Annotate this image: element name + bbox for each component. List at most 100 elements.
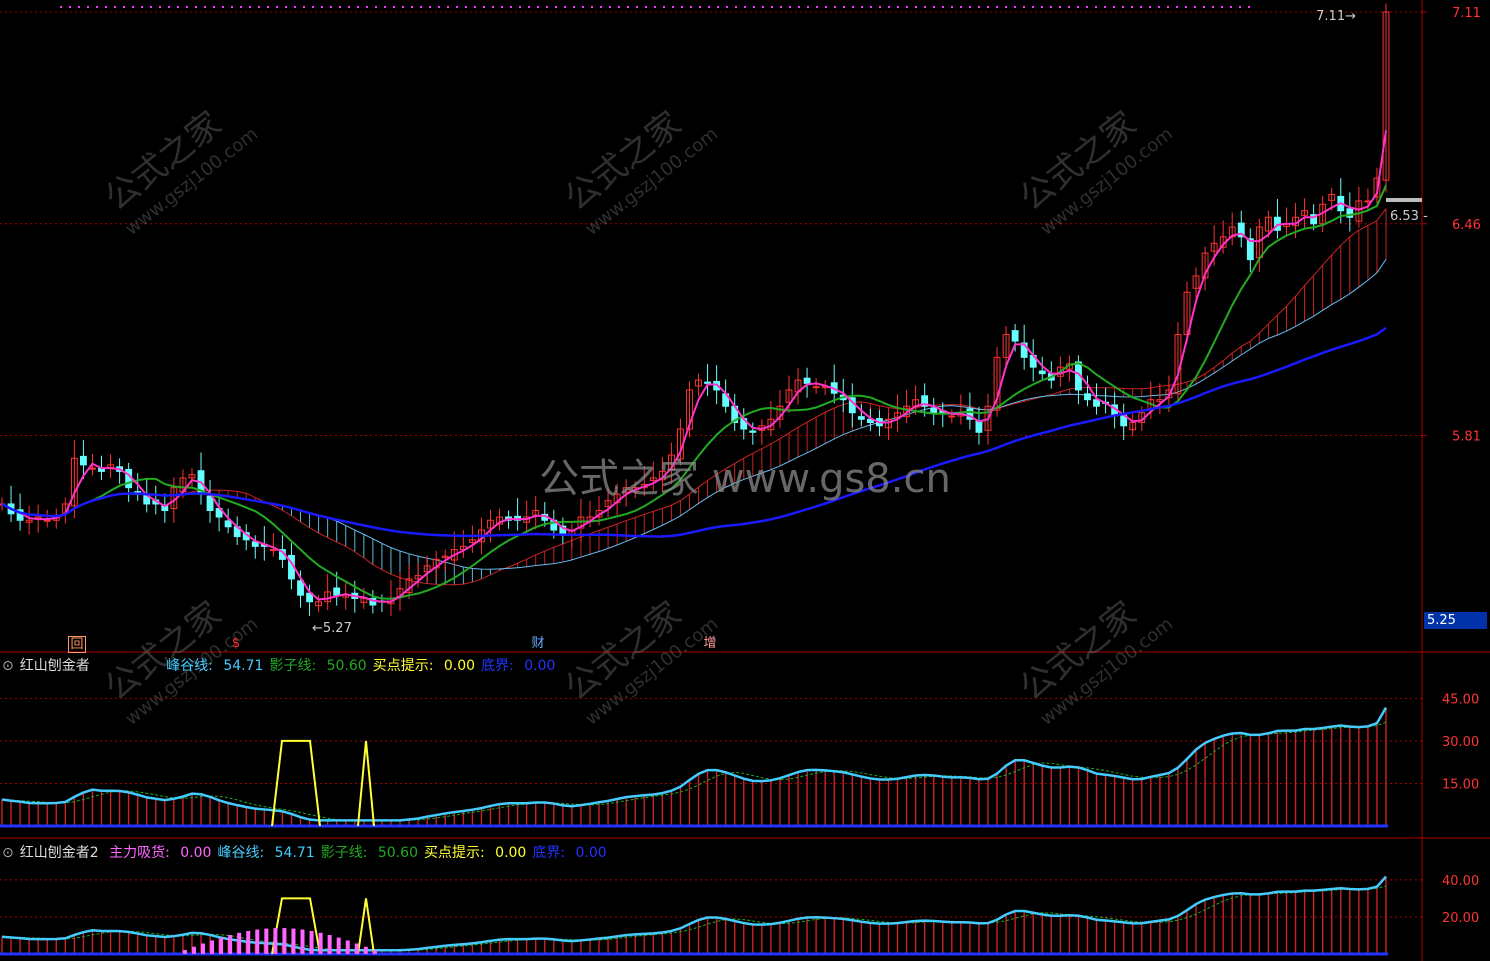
main-force-bar (309, 930, 314, 954)
top-dot (357, 6, 359, 8)
top-dot (267, 6, 269, 8)
top-dot (942, 6, 944, 8)
panel2-title: 红山刨金者2 (19, 845, 99, 861)
main-force-bar (264, 928, 269, 954)
top-dot (150, 6, 152, 8)
top-dot (1041, 6, 1043, 8)
top-dot (834, 6, 836, 8)
main-force-bar (273, 928, 278, 954)
top-dot (843, 6, 845, 8)
p1-legend-value: 54.71 (223, 658, 264, 674)
top-dot (1239, 6, 1241, 8)
watermark-tile: 公式之家www.gszj100.com (557, 104, 722, 240)
event-tag-cai[interactable]: 财 (530, 636, 546, 651)
top-dot (1176, 6, 1178, 8)
buy-hint-line (357, 898, 375, 955)
top-dot (825, 6, 827, 8)
top-dot (510, 6, 512, 8)
top-dot (1077, 6, 1079, 8)
candle-body (89, 467, 96, 470)
top-dot (1221, 6, 1223, 8)
p2-legend-item: 峰谷线: (217, 845, 269, 861)
candle-body (333, 587, 341, 596)
watermark-tile: 公式之家www.gszj100.com (1012, 594, 1177, 730)
top-dot (1068, 6, 1070, 8)
top-dot (987, 6, 989, 8)
top-dot (276, 6, 278, 8)
top-dot (681, 6, 683, 8)
top-dot (933, 6, 935, 8)
top-dot (168, 6, 170, 8)
main-force-bar (372, 950, 377, 954)
panel1-title: 红山刨金者 (19, 658, 90, 674)
top-dot (1095, 6, 1097, 8)
low-marker: ←5.27 (312, 621, 352, 636)
top-dot (393, 6, 395, 8)
top-dot (447, 6, 449, 8)
top-dot (1140, 6, 1142, 8)
main-force-bar (237, 932, 242, 954)
top-dot (303, 6, 305, 8)
top-dot (870, 6, 872, 8)
main-force-bar (345, 940, 350, 954)
top-dot (600, 6, 602, 8)
top-dot (978, 6, 980, 8)
top-dot (465, 6, 467, 8)
top-dot (582, 6, 584, 8)
chart-canvas: 7.11 6.46 5.81 7.11→ ←5.27 6.53 - 公式之家 www.gs8… (0, 0, 1490, 961)
top-dot (1023, 6, 1025, 8)
candle-body (704, 381, 711, 384)
top-dot (60, 6, 62, 8)
candle-body (43, 519, 51, 522)
top-dot (798, 6, 800, 8)
top-dot (861, 6, 863, 8)
event-tag-hui[interactable]: 回 (68, 636, 86, 653)
top-dot (951, 6, 953, 8)
top-dot (222, 6, 224, 8)
panel1-legend: ⊙ 红山刨金者 峰谷线: 54.71 影子线: 50.60 买点提示: 0.00 底界:… (2, 658, 556, 674)
top-dot (645, 6, 647, 8)
top-dot (177, 6, 179, 8)
top-dot (339, 6, 341, 8)
top-dot (879, 6, 881, 8)
top-dot (789, 6, 791, 8)
top-dot (375, 6, 377, 8)
top-dot (960, 6, 962, 8)
p1-legend-value: 0.00 (443, 658, 476, 674)
top-dot (618, 6, 620, 8)
top-dot (708, 6, 710, 8)
top-dot (186, 6, 188, 8)
top-dot (483, 6, 485, 8)
top-dot (321, 6, 323, 8)
top-dot (897, 6, 899, 8)
top-dot (420, 6, 422, 8)
price-tick-label: 5.81 (1452, 430, 1481, 445)
top-dot (195, 6, 197, 8)
top-dot (735, 6, 737, 8)
top-dot (1248, 6, 1250, 8)
top-dot (1122, 6, 1124, 8)
p2-legend-item: 主力吸货: (109, 845, 175, 861)
event-tag-dollar[interactable]: $ (228, 636, 244, 651)
top-dot (555, 6, 557, 8)
main-force-bar (219, 937, 224, 954)
top-dot (726, 6, 728, 8)
candle-body (224, 520, 232, 528)
top-dot (924, 6, 926, 8)
top-dot (240, 6, 242, 8)
top-dot (1230, 6, 1232, 8)
main-force-bar (327, 935, 332, 954)
top-dot (771, 6, 773, 8)
p2-legend-value: 0.00 (495, 845, 527, 861)
osc-tick-label: 45.00 (1442, 692, 1479, 707)
top-dot (519, 6, 521, 8)
top-dot (1212, 6, 1214, 8)
osc-tick-label: 20.00 (1442, 911, 1479, 926)
osc-tick-label: 40.00 (1442, 874, 1479, 889)
event-tag-zeng[interactable]: 增 (702, 636, 718, 651)
top-dot (654, 6, 656, 8)
top-dot (132, 6, 134, 8)
candle-body (297, 580, 304, 596)
main-force-bar (255, 929, 260, 954)
candle-body (125, 468, 133, 489)
